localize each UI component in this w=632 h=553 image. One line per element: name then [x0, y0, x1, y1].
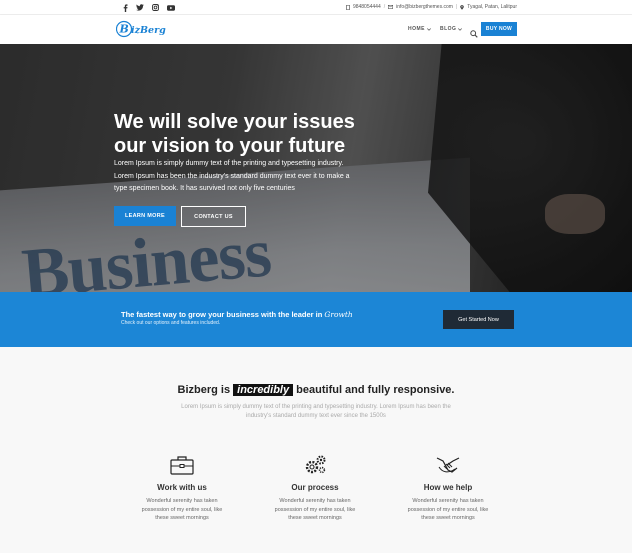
get-started-button[interactable]: Get Started Now — [443, 310, 514, 329]
cta-title-script: Growth — [324, 310, 353, 319]
feature-card: Work with us Wonderful serenity has take… — [137, 454, 227, 523]
features-section: Bizberg is incredibly beautiful and full… — [0, 347, 632, 553]
twitter-icon[interactable] — [134, 3, 146, 12]
cta-title: The fastest way to grow your business wi… — [121, 310, 353, 319]
phone-number[interactable]: 9848054444 — [353, 4, 381, 10]
email-icon — [388, 5, 394, 9]
hero-description: Lorem Ipsum is simply dummy text of the … — [114, 160, 350, 192]
nav-home-label: HOME — [408, 26, 425, 32]
feature-text: Wonderful serenity has taken possession … — [274, 498, 356, 521]
facebook-icon[interactable] — [119, 3, 131, 12]
instagram-icon[interactable] — [149, 3, 161, 12]
svg-text:B: B — [119, 23, 129, 36]
feature-title: How we help — [423, 483, 473, 492]
cta-title-text: The fastest way to grow your business wi… — [121, 310, 323, 319]
hero-title-line-2: our vision to your future — [114, 135, 346, 157]
feature-card: How we help Wonderful serenity has taken… — [403, 454, 493, 523]
site-logo[interactable]: B izBerg — [115, 19, 166, 39]
address: Tyagal, Patan, Lalitpur — [467, 4, 517, 10]
nav-item-blog[interactable]: BLOG — [440, 26, 463, 32]
map-pin-icon — [460, 4, 465, 10]
gears-icon — [305, 455, 326, 474]
features-heading: Bizberg is incredibly beautiful and full… — [0, 384, 632, 396]
cta-band: The fastest way to grow your business wi… — [0, 292, 632, 347]
feature-card: Our process Wonderful serenity has taken… — [270, 454, 360, 523]
email-address[interactable]: info@bizbergthemes.com — [396, 4, 453, 10]
chevron-down-icon — [427, 27, 431, 31]
feature-text: Wonderful serenity has taken possession … — [141, 498, 223, 521]
hero-title: We will solve your issues our vision to … — [114, 110, 414, 158]
cta-subtitle: Check out our options and features inclu… — [121, 320, 221, 326]
youtube-icon[interactable] — [165, 3, 177, 12]
hero-title-line-1: We will solve your issues — [114, 111, 355, 133]
briefcase-icon — [170, 456, 194, 475]
handshake-icon — [436, 457, 460, 473]
phone-icon — [346, 4, 350, 10]
contact-us-button[interactable]: CONTACT US — [181, 206, 246, 227]
features-heading-pre: Bizberg is — [177, 384, 231, 396]
chevron-down-icon — [458, 27, 463, 31]
features-heading-post: beautiful and fully responsive. — [296, 384, 455, 396]
buy-now-button[interactable]: BUY NOW — [481, 22, 517, 36]
learn-more-button[interactable]: LEARN MORE — [114, 206, 176, 226]
site-header: B izBerg HOME BLOG — [0, 15, 632, 44]
svg-text:izBerg: izBerg — [131, 25, 166, 36]
feature-text: Wonderful serenity has taken possession … — [407, 498, 489, 521]
nav-blog-label: BLOG — [440, 26, 457, 32]
features-description: Lorem Ipsum is simply dummy text of the … — [181, 404, 451, 419]
search-icon[interactable] — [470, 25, 478, 38]
contact-info: 9848054444 / info@bizbergthemes.com | Ty… — [346, 4, 517, 10]
features-heading-highlight: incredibly — [233, 384, 294, 396]
nav-item-home[interactable]: HOME — [408, 26, 431, 32]
top-bar: 9848054444 / info@bizbergthemes.com | Ty… — [0, 0, 632, 15]
feature-title: Work with us — [157, 483, 207, 492]
feature-title: Our process — [291, 483, 339, 492]
